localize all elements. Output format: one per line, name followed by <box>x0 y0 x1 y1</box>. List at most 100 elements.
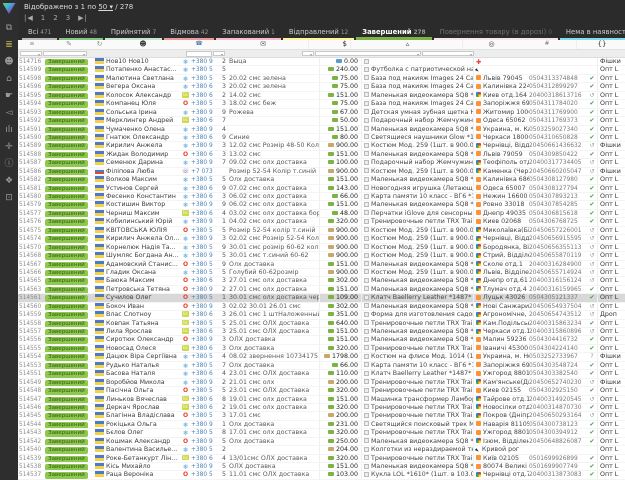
status-icon[interactable]: ✎ <box>45 40 93 49</box>
pager-last[interactable]: ▶| <box>78 13 88 24</box>
table-row[interactable]: 514579 Завершений Костишин Виктор ❄ +380… <box>18 201 625 209</box>
customer-phone[interactable]: +380 9 <box>191 421 218 428</box>
table-row[interactable]: 514556 Завершений Сиротюк Олександр O +3… <box>18 336 625 344</box>
ttn-number[interactable]: 0504311769373 <box>529 117 587 124</box>
customer-phone[interactable]: +380 6 <box>191 370 218 377</box>
table-row[interactable]: 514549 Завершений Воробйов Микола ❄ +380… <box>18 379 625 387</box>
table-row[interactable]: 514567 Завершений Адамовский Станис... O… <box>18 261 625 269</box>
table-row[interactable]: 514592 Завершений Мерклингер Андрей lic … <box>18 117 625 125</box>
ttn-number[interactable]: 20450654937504 <box>529 303 587 310</box>
customer-phone[interactable]: +380 6 <box>191 404 218 411</box>
table-row[interactable]: 514540 Завершений Валентина Василье... ❄… <box>18 446 625 454</box>
table-row[interactable]: 514542 Завершений Кошмак Александр O +38… <box>18 438 625 446</box>
pager-page-3[interactable]: 3 <box>66 13 71 24</box>
ttn-number[interactable]: 0504304416732 <box>529 336 587 343</box>
ttn-number[interactable] <box>529 446 587 453</box>
customer-phone[interactable]: +380 6 <box>191 210 218 217</box>
table-row[interactable]: 514577 Завершений Черниш Максим lic +380… <box>18 210 625 218</box>
info-icon[interactable]: ⓘ <box>0 156 18 173</box>
table-row[interactable]: 514590 Завершений Гнатюк Олександр ❄ +38… <box>18 134 625 142</box>
table-row[interactable]: 514598 Завершений Малютина Светлана ❄ +3… <box>18 75 625 83</box>
customer-phone[interactable]: +380 9 <box>191 336 218 343</box>
dashboard-icon[interactable]: ⧉ <box>0 20 18 37</box>
ttn-number[interactable]: 20450661436632 <box>529 142 587 149</box>
customer-phone[interactable]: +380 9 <box>191 58 218 65</box>
ttn-number[interactable]: 20450657226001 <box>529 227 587 234</box>
customer-phone[interactable]: +380 9 <box>191 218 218 225</box>
ttn-number[interactable]: 20450656915595 <box>529 235 587 242</box>
table-row[interactable]: 514716 Завершений Нов10 Нов10 ❄ +380 9 2… <box>18 58 625 66</box>
app-logo-icon[interactable] <box>3 3 16 14</box>
ttn-number[interactable]: 0504302925150 <box>529 387 587 394</box>
customer-phone[interactable]: +380 6 <box>191 455 218 462</box>
table-row[interactable]: 514543 Завершений Бєлов Олег ❄ +380 5 8 … <box>18 429 625 437</box>
phone-filter-input[interactable] <box>186 51 212 57</box>
comment-icon[interactable]: ✉ <box>218 40 308 49</box>
ttn-number[interactable]: 20450648826087 <box>529 438 587 445</box>
table-row[interactable]: 514587 Завершений Семенюк Дарина ❄ +380 … <box>18 159 625 167</box>
ttn-number[interactable]: 0501699926899 <box>529 455 587 462</box>
price-filter-dropdown[interactable]: ▾ <box>302 51 314 56</box>
customer-phone[interactable]: +380 5 <box>191 261 218 268</box>
ttn-number[interactable]: 0504300394912 <box>529 429 587 436</box>
ttn-number[interactable]: 0504307893213 <box>529 193 587 200</box>
ttn-number[interactable]: 20450650293164 <box>529 412 587 419</box>
support-icon[interactable]: ❖ <box>0 173 18 190</box>
ttn-number[interactable]: 0504308127794 <box>529 185 587 192</box>
delivery-address-icon[interactable]: ◎ <box>462 40 518 49</box>
megaphone-icon[interactable]: ◅ <box>0 105 18 122</box>
ttn-number[interactable]: 0504309850422 <box>529 151 587 158</box>
customer-phone[interactable]: +380 9 <box>191 142 218 149</box>
customer-phone[interactable]: +380 5 <box>191 244 218 251</box>
table-row[interactable]: 514570 Завершений Корнелюк Надія Та... ❄… <box>18 244 625 252</box>
ttn-number[interactable]: 20400318613716 <box>529 92 587 99</box>
table-row[interactable]: 514582 Завершений Волков Максим ❄ +380 5… <box>18 176 625 184</box>
table-row[interactable]: 514555 Завершений Новосад Олеся lic +380… <box>18 345 625 353</box>
customer-phone[interactable]: +380 5 <box>191 446 218 453</box>
ttn-number[interactable]: 0504306768725 <box>529 218 587 225</box>
ttn-number[interactable]: 20450660205047 <box>529 168 587 175</box>
customer-phone[interactable]: +380 9 <box>191 235 218 242</box>
ttn-number[interactable]: 20400316159965 <box>529 286 587 293</box>
ttn-number[interactable]: 20450655714924 <box>529 269 587 276</box>
customer-phone[interactable]: +380 6 <box>191 277 218 284</box>
ttn-number[interactable] <box>529 58 587 65</box>
customer-phone[interactable]: +380 6 <box>191 345 218 352</box>
source-refresh-icon[interactable]: ↻ <box>93 40 106 49</box>
table-row[interactable]: 514599 Завершений Потапенко Анастас... ❄… <box>18 66 625 74</box>
table-row[interactable]: 514538 Завершений Кісь Михайло ❄ +380 9 … <box>18 463 625 471</box>
ttn-number[interactable]: 20450654743512 <box>529 311 587 318</box>
customer-phone[interactable]: +380 5 <box>191 429 218 436</box>
table-row[interactable]: 514554 Завершений Дацюк Віра Сергіївна ❄… <box>18 353 625 361</box>
pager-page-1[interactable]: 1 <box>41 13 46 24</box>
table-row[interactable]: 514580 Завершений Фесенко Константин ❄ +… <box>18 193 625 201</box>
customer-phone[interactable]: +380 5 <box>191 471 218 478</box>
table-row[interactable]: 514574 Завершений Кирилич Анжела Ол... ❄… <box>18 235 625 243</box>
customer-phone[interactable]: +380 5 <box>191 269 218 276</box>
customer-phone[interactable]: +380 6 <box>191 117 218 124</box>
video-icon[interactable]: ⊡ <box>0 190 18 207</box>
table-row[interactable]: 514586 Завершений Філіпова Люба ☏ +7 073… <box>18 168 625 176</box>
id-filter-dropdown[interactable]: ▾ <box>20 51 42 56</box>
table-row[interactable]: 514545 Завершений Благінна Владіслава O … <box>18 412 625 420</box>
table-row[interactable]: 514595 Завершений Колосок Александр lic … <box>18 92 625 100</box>
table-row[interactable]: 514561 Завершений Сучилов Олег O +380 5 … <box>18 294 625 302</box>
ttn-number[interactable]: 20400316284900 <box>529 261 587 268</box>
payment-icon[interactable]: $ <box>308 40 350 49</box>
tab-Завершений[interactable]: Завершений278 <box>356 26 431 40</box>
table-row[interactable]: 514558 Завершений Ковпак Татьяна lic +38… <box>18 320 625 328</box>
table-row[interactable]: 514591 Завершений Чумаченко Олена ❄ +380… <box>18 126 625 134</box>
customer-phone[interactable]: +380 5 <box>191 75 218 82</box>
ttn-number[interactable]: 0504307854285 <box>529 201 587 208</box>
tab-Прийнятий[interactable]: Прийнятий7 <box>105 26 162 40</box>
page-size-dropdown[interactable]: 50 ▾ <box>98 3 113 11</box>
ttn-number[interactable]: 20400316156124 <box>529 277 587 284</box>
table-row[interactable]: 514548 Завершений Пасічна Ольга O +380 5… <box>18 387 625 395</box>
tab-Відправлений[interactable]: Відправлений12 <box>283 26 354 40</box>
customer-phone[interactable]: +380 5 <box>191 100 218 107</box>
ttn-number[interactable]: 20400317734405 <box>529 159 587 166</box>
customer-phone[interactable]: +380 9 <box>191 286 218 293</box>
customer-phone[interactable]: +380 6 <box>191 396 218 403</box>
count-filter-dropdown[interactable]: ▾ <box>213 51 225 56</box>
table-row[interactable]: 514537 Завершений Раца Вероніка O +380 5… <box>18 471 625 479</box>
